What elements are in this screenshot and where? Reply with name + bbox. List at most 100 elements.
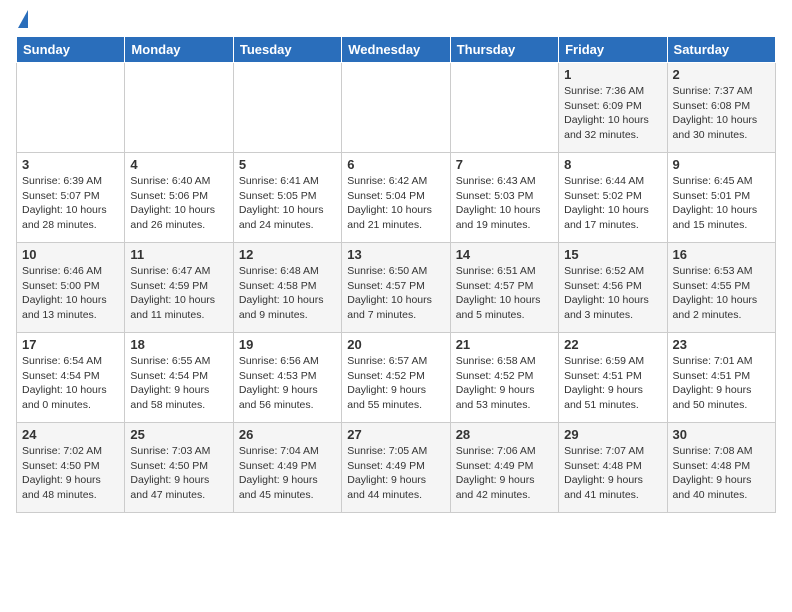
day-number: 1 (564, 67, 661, 82)
day-number: 11 (130, 247, 227, 262)
calendar-cell: 17 Sunrise: 6:54 AM Sunset: 4:54 PM Dayli… (17, 333, 125, 423)
day-info: Sunrise: 6:39 AM Sunset: 5:07 PM Dayligh… (22, 174, 119, 233)
calendar-cell: 1 Sunrise: 7:36 AM Sunset: 6:09 PM Daylig… (559, 63, 667, 153)
day-info: Sunrise: 7:07 AM Sunset: 4:48 PM Dayligh… (564, 444, 661, 503)
day-number: 5 (239, 157, 336, 172)
day-info: Sunrise: 6:41 AM Sunset: 5:05 PM Dayligh… (239, 174, 336, 233)
calendar-cell: 4 Sunrise: 6:40 AM Sunset: 5:06 PM Daylig… (125, 153, 233, 243)
calendar-cell: 23 Sunrise: 7:01 AM Sunset: 4:51 PM Dayli… (667, 333, 775, 423)
calendar-cell: 16 Sunrise: 6:53 AM Sunset: 4:55 PM Dayli… (667, 243, 775, 333)
day-info: Sunrise: 7:04 AM Sunset: 4:49 PM Dayligh… (239, 444, 336, 503)
day-number: 15 (564, 247, 661, 262)
calendar-weekday-header: Saturday (667, 37, 775, 63)
day-info: Sunrise: 6:44 AM Sunset: 5:02 PM Dayligh… (564, 174, 661, 233)
day-number: 12 (239, 247, 336, 262)
calendar-cell: 5 Sunrise: 6:41 AM Sunset: 5:05 PM Daylig… (233, 153, 341, 243)
day-info: Sunrise: 6:57 AM Sunset: 4:52 PM Dayligh… (347, 354, 444, 413)
calendar-cell: 22 Sunrise: 6:59 AM Sunset: 4:51 PM Dayli… (559, 333, 667, 423)
calendar-cell: 29 Sunrise: 7:07 AM Sunset: 4:48 PM Dayli… (559, 423, 667, 513)
calendar-cell: 6 Sunrise: 6:42 AM Sunset: 5:04 PM Daylig… (342, 153, 450, 243)
day-info: Sunrise: 6:43 AM Sunset: 5:03 PM Dayligh… (456, 174, 553, 233)
calendar-cell: 28 Sunrise: 7:06 AM Sunset: 4:49 PM Dayli… (450, 423, 558, 513)
day-number: 6 (347, 157, 444, 172)
day-info: Sunrise: 6:59 AM Sunset: 4:51 PM Dayligh… (564, 354, 661, 413)
day-info: Sunrise: 6:42 AM Sunset: 5:04 PM Dayligh… (347, 174, 444, 233)
day-number: 10 (22, 247, 119, 262)
calendar-cell: 26 Sunrise: 7:04 AM Sunset: 4:49 PM Dayli… (233, 423, 341, 513)
calendar-cell (233, 63, 341, 153)
calendar-cell: 3 Sunrise: 6:39 AM Sunset: 5:07 PM Daylig… (17, 153, 125, 243)
day-info: Sunrise: 7:36 AM Sunset: 6:09 PM Dayligh… (564, 84, 661, 143)
calendar-cell: 11 Sunrise: 6:47 AM Sunset: 4:59 PM Dayli… (125, 243, 233, 333)
calendar-cell (125, 63, 233, 153)
day-info: Sunrise: 7:03 AM Sunset: 4:50 PM Dayligh… (130, 444, 227, 503)
day-number: 21 (456, 337, 553, 352)
day-number: 26 (239, 427, 336, 442)
logo-text (16, 10, 28, 28)
day-number: 16 (673, 247, 770, 262)
day-info: Sunrise: 6:55 AM Sunset: 4:54 PM Dayligh… (130, 354, 227, 413)
day-number: 23 (673, 337, 770, 352)
calendar: SundayMondayTuesdayWednesdayThursdayFrid… (16, 36, 776, 513)
day-number: 19 (239, 337, 336, 352)
day-info: Sunrise: 6:47 AM Sunset: 4:59 PM Dayligh… (130, 264, 227, 323)
calendar-cell: 2Sunrise: 7:37 AM Sunset: 6:08 PM Daylig… (667, 63, 775, 153)
calendar-cell: 7 Sunrise: 6:43 AM Sunset: 5:03 PM Daylig… (450, 153, 558, 243)
day-number: 28 (456, 427, 553, 442)
day-info: Sunrise: 6:53 AM Sunset: 4:55 PM Dayligh… (673, 264, 770, 323)
page: SundayMondayTuesdayWednesdayThursdayFrid… (0, 0, 792, 529)
calendar-cell: 14 Sunrise: 6:51 AM Sunset: 4:57 PM Dayli… (450, 243, 558, 333)
calendar-cell: 24 Sunrise: 7:02 AM Sunset: 4:50 PM Dayli… (17, 423, 125, 513)
day-number: 2 (673, 67, 770, 82)
logo-triangle-icon (18, 10, 28, 28)
day-info: Sunrise: 6:46 AM Sunset: 5:00 PM Dayligh… (22, 264, 119, 323)
day-info: Sunrise: 6:54 AM Sunset: 4:54 PM Dayligh… (22, 354, 119, 413)
day-info: Sunrise: 6:40 AM Sunset: 5:06 PM Dayligh… (130, 174, 227, 233)
calendar-cell (450, 63, 558, 153)
day-number: 17 (22, 337, 119, 352)
day-info: Sunrise: 6:51 AM Sunset: 4:57 PM Dayligh… (456, 264, 553, 323)
day-number: 22 (564, 337, 661, 352)
calendar-cell: 10 Sunrise: 6:46 AM Sunset: 5:00 PM Dayli… (17, 243, 125, 333)
calendar-cell: 27Sunrise: 7:05 AM Sunset: 4:49 PM Dayli… (342, 423, 450, 513)
calendar-weekday-header: Friday (559, 37, 667, 63)
calendar-cell (17, 63, 125, 153)
calendar-week-row: 1 Sunrise: 7:36 AM Sunset: 6:09 PM Daylig… (17, 63, 776, 153)
day-number: 24 (22, 427, 119, 442)
day-number: 20 (347, 337, 444, 352)
calendar-cell: 25 Sunrise: 7:03 AM Sunset: 4:50 PM Dayli… (125, 423, 233, 513)
calendar-week-row: 3 Sunrise: 6:39 AM Sunset: 5:07 PM Daylig… (17, 153, 776, 243)
day-number: 13 (347, 247, 444, 262)
day-number: 4 (130, 157, 227, 172)
day-number: 3 (22, 157, 119, 172)
calendar-cell: 12 Sunrise: 6:48 AM Sunset: 4:58 PM Dayli… (233, 243, 341, 333)
day-number: 29 (564, 427, 661, 442)
calendar-week-row: 24 Sunrise: 7:02 AM Sunset: 4:50 PM Dayli… (17, 423, 776, 513)
calendar-cell: 20 Sunrise: 6:57 AM Sunset: 4:52 PM Dayli… (342, 333, 450, 423)
calendar-weekday-header: Thursday (450, 37, 558, 63)
day-info: Sunrise: 6:50 AM Sunset: 4:57 PM Dayligh… (347, 264, 444, 323)
calendar-week-row: 17 Sunrise: 6:54 AM Sunset: 4:54 PM Dayli… (17, 333, 776, 423)
day-info: Sunrise: 6:45 AM Sunset: 5:01 PM Dayligh… (673, 174, 770, 233)
day-info: Sunrise: 6:56 AM Sunset: 4:53 PM Dayligh… (239, 354, 336, 413)
logo (16, 10, 28, 28)
day-number: 25 (130, 427, 227, 442)
day-info: Sunrise: 7:02 AM Sunset: 4:50 PM Dayligh… (22, 444, 119, 503)
day-number: 14 (456, 247, 553, 262)
calendar-cell: 18 Sunrise: 6:55 AM Sunset: 4:54 PM Dayli… (125, 333, 233, 423)
calendar-weekday-header: Sunday (17, 37, 125, 63)
calendar-cell: 30Sunrise: 7:08 AM Sunset: 4:48 PM Dayli… (667, 423, 775, 513)
calendar-cell (342, 63, 450, 153)
calendar-cell: 21Sunrise: 6:58 AM Sunset: 4:52 PM Dayli… (450, 333, 558, 423)
day-number: 18 (130, 337, 227, 352)
day-info: Sunrise: 7:05 AM Sunset: 4:49 PM Dayligh… (347, 444, 444, 503)
day-info: Sunrise: 7:06 AM Sunset: 4:49 PM Dayligh… (456, 444, 553, 503)
day-info: Sunrise: 7:01 AM Sunset: 4:51 PM Dayligh… (673, 354, 770, 413)
day-number: 7 (456, 157, 553, 172)
day-info: Sunrise: 6:48 AM Sunset: 4:58 PM Dayligh… (239, 264, 336, 323)
calendar-weekday-header: Monday (125, 37, 233, 63)
day-info: Sunrise: 6:52 AM Sunset: 4:56 PM Dayligh… (564, 264, 661, 323)
calendar-weekday-header: Tuesday (233, 37, 341, 63)
header (16, 10, 776, 28)
calendar-cell: 19 Sunrise: 6:56 AM Sunset: 4:53 PM Dayli… (233, 333, 341, 423)
